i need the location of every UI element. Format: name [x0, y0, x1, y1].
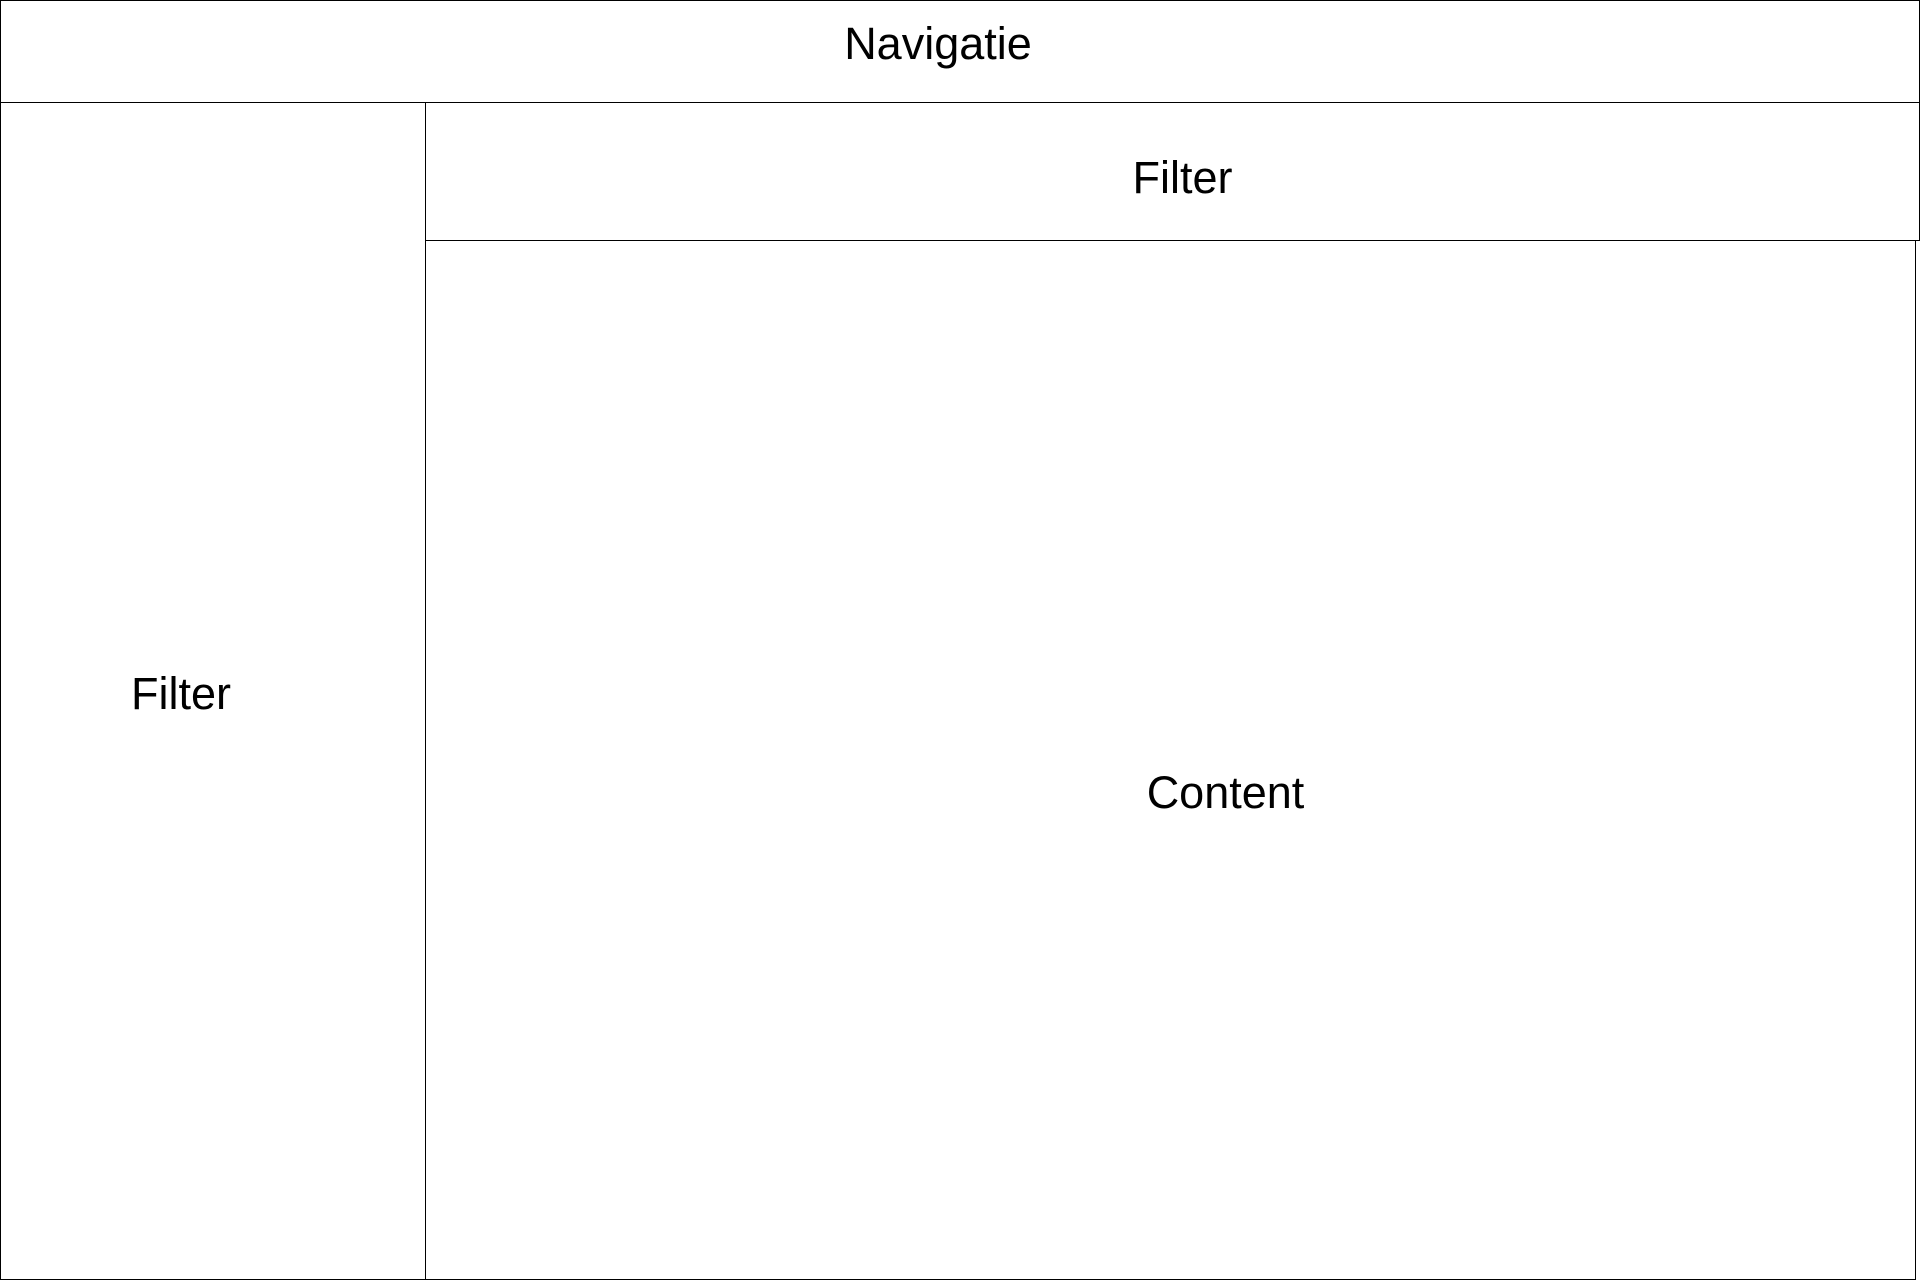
top-filter-region: Filter: [425, 102, 1920, 241]
navigation-label: Navigatie: [844, 18, 1032, 69]
content-label: Content: [1146, 766, 1305, 818]
navigation-region: Navigatie: [0, 0, 1920, 103]
top-filter-label: Filter: [1132, 152, 1233, 203]
left-filter-region: Filter: [0, 102, 426, 1280]
content-region: Content: [425, 240, 1916, 1280]
left-filter-label: Filter: [131, 667, 231, 719]
